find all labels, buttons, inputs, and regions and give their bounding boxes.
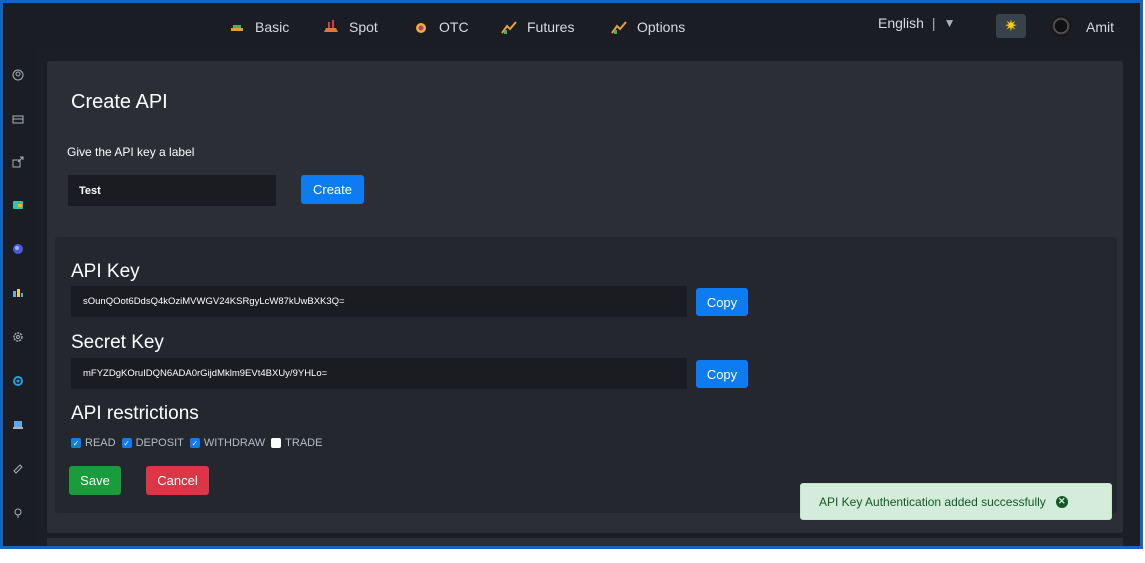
wallet-icon[interactable] (12, 199, 24, 211)
sidebar (3, 49, 37, 546)
language-separator: | (931, 15, 936, 31)
card-icon[interactable] (12, 113, 24, 125)
app-window: Basic Spot OTC Futures Options English |… (0, 0, 1143, 549)
checkbox-checked-icon[interactable]: ✓ (71, 438, 81, 448)
avatar[interactable] (1050, 15, 1072, 37)
api-key-panel: API Key sOunQOot6DdsQ4kOziMVWGV24KSRgyLc… (55, 237, 1117, 513)
nav-basic[interactable]: Basic (229, 18, 289, 36)
pin-icon[interactable] (12, 507, 24, 519)
copy-api-key-button[interactable]: Copy (696, 288, 748, 316)
otc-icon (413, 20, 429, 34)
success-toast: API Key Authentication added successfull… (800, 483, 1112, 520)
restriction-deposit-label: DEPOSIT (135, 437, 184, 449)
restrictions-title: API restrictions (71, 403, 199, 424)
chart-icon[interactable] (12, 287, 24, 299)
restriction-trade[interactable]: TRADE (271, 437, 322, 449)
sun-icon: ✷ (1004, 18, 1018, 35)
basic-icon (229, 20, 245, 34)
nav-options[interactable]: Options (611, 18, 685, 36)
theme-toggle-button[interactable]: ✷ (996, 14, 1026, 38)
nav-spot-label: Spot (349, 19, 378, 35)
restriction-read[interactable]: ✓ READ (71, 437, 116, 449)
language-label: English (878, 15, 924, 31)
checkbox-checked-icon[interactable]: ✓ (189, 438, 200, 448)
spot-icon (323, 20, 339, 34)
restrictions-list: ✓ READ ✓ DEPOSIT ✓ WITHDRAW TRADE (71, 437, 328, 449)
page-title: Create API (71, 91, 168, 113)
nav-otc[interactable]: OTC (413, 18, 469, 36)
laptop-icon[interactable] (12, 419, 24, 431)
restriction-read-label: READ (85, 437, 116, 449)
close-icon[interactable]: ✕ (1055, 495, 1068, 508)
chevron-down-icon: ▼ (943, 16, 956, 30)
tag-icon[interactable] (12, 463, 24, 475)
restriction-withdraw[interactable]: ✓ WITHDRAW (189, 437, 266, 449)
save-button[interactable]: Save (69, 466, 121, 495)
label-prompt: Give the API key a label (67, 145, 195, 159)
futures-icon (501, 20, 517, 34)
nav-futures[interactable]: Futures (501, 18, 574, 36)
nav-otc-label: OTC (439, 19, 469, 35)
restriction-withdraw-label: WITHDRAW (203, 437, 266, 449)
nav-basic-label: Basic (255, 19, 290, 35)
options-icon (611, 20, 627, 34)
secret-key-field[interactable]: mFYZDgKOruIDQN6ADA0rGijdMklm9EVt4BXUy/9Y… (71, 358, 687, 389)
gear-icon[interactable] (12, 331, 24, 343)
api-key-field[interactable]: sOunQOot6DdsQ4kOziMVWGV24KSRgyLcW87kUwBX… (71, 286, 687, 317)
nav-spot[interactable]: Spot (323, 18, 378, 36)
checkbox-unchecked-icon[interactable] (271, 438, 282, 448)
target-icon[interactable] (12, 375, 24, 387)
restriction-deposit[interactable]: ✓ DEPOSIT (121, 437, 184, 449)
top-nav: Basic Spot OTC Futures Options English |… (3, 3, 1140, 49)
create-api-card: Create API Give the API key a label Crea… (47, 61, 1123, 533)
api-key-title: API Key (71, 261, 140, 282)
nav-futures-label: Futures (527, 19, 575, 35)
user-name[interactable]: Amit (1086, 19, 1114, 35)
restriction-trade-label: TRADE (285, 437, 323, 449)
api-label-input[interactable] (68, 175, 276, 206)
copy-secret-key-button[interactable]: Copy (696, 360, 748, 388)
language-selector[interactable]: English | ▼ (878, 15, 955, 31)
create-button[interactable]: Create (301, 175, 364, 204)
cancel-button[interactable]: Cancel (146, 466, 209, 495)
nav-options-label: Options (637, 19, 686, 35)
checkbox-checked-icon[interactable]: ✓ (121, 438, 132, 448)
export-icon[interactable] (12, 156, 24, 168)
secondary-card (47, 538, 1123, 546)
secret-key-title: Secret Key (71, 332, 164, 353)
user-circle-icon[interactable] (12, 69, 24, 81)
globe-icon[interactable] (12, 243, 24, 255)
toast-message: API Key Authentication added successfull… (819, 494, 1046, 509)
